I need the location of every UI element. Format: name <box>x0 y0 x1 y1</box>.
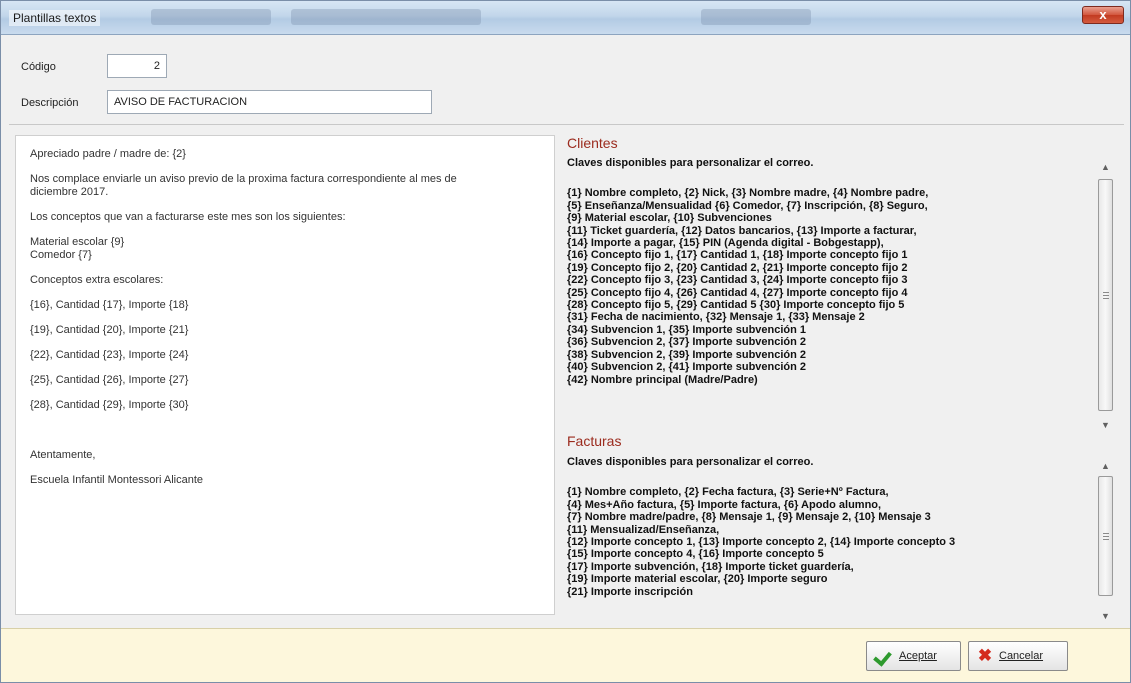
background-toolbar-ghost <box>291 9 481 25</box>
clientes-key-line: {11} Ticket guardería, {12} Datos bancar… <box>567 224 917 237</box>
editor-paragraph <box>30 424 540 437</box>
clientes-key-line: {9} Material escolar, {10} Subvenciones <box>567 212 772 225</box>
grip-icon <box>1103 536 1109 537</box>
scroll-down-arrow-icon[interactable]: ▼ <box>1097 608 1114 624</box>
clientes-key-line: {31} Fecha de nacimiento, {32} Mensaje 1… <box>567 311 865 324</box>
accept-button-label: Aceptar <box>899 650 937 662</box>
clientes-title: Clientes <box>567 135 618 151</box>
facturas-title: Facturas <box>567 433 622 449</box>
facturas-key-line: {12} Importe concepto 1, {13} Importe co… <box>567 536 956 549</box>
clientes-keys-panel: Claves disponibles para personalizar el … <box>567 157 1095 431</box>
editor-paragraph: {28}, Cantidad {29}, Importe {30} <box>30 399 540 412</box>
editor-paragraph: {19}, Cantidad {20}, Importe {21} <box>30 324 540 337</box>
editor-line: Escuela Infantil Montessori Alicante <box>30 474 204 486</box>
facturas-scrollbar[interactable]: ▲ ▼ <box>1097 458 1114 624</box>
editor-line: Nos complace enviarle un aviso previo de… <box>30 173 457 185</box>
editor-paragraph: {22}, Cantidad {23}, Importe {24} <box>30 349 540 362</box>
editor-line: Material escolar {9} <box>30 236 125 248</box>
editor-line: {25}, Cantidad {26}, Importe {27} <box>30 374 189 386</box>
editor-line: Atentamente, <box>30 449 96 461</box>
clientes-key-line: {14} Importe a pagar, {15} PIN (Agenda d… <box>567 237 884 250</box>
title-bar[interactable]: Plantillas textos x <box>1 1 1130 35</box>
codigo-label: Código <box>21 61 56 73</box>
clientes-intro: Claves disponibles para personalizar el … <box>567 157 814 169</box>
clientes-key-line: {28} Concepto fijo 5, {29} Cantidad 5 {3… <box>567 299 905 312</box>
editor-paragraph: {25}, Cantidad {26}, Importe {27} <box>30 374 540 387</box>
facturas-key-line: {17} Importe subvención, {18} Importe ti… <box>567 560 854 573</box>
facturas-key-line: {7} Nombre madre/padre, {8} Mensaje 1, {… <box>567 511 931 524</box>
clientes-key-line: {38} Subvencion 2, {39} Importe subvenci… <box>567 348 807 361</box>
plantillas-window: Plantillas textos x Código 2 Descripción… <box>0 0 1131 683</box>
close-icon: x <box>1099 7 1107 22</box>
facturas-key-line: {4} Mes+Año factura, {5} Importe factura… <box>567 498 882 511</box>
facturas-key-line: {21} Importe inscripción <box>567 585 693 598</box>
editor-paragraph: Conceptos extra escolares: <box>30 274 540 287</box>
editor-paragraph: Material escolar {9} Comedor {7} <box>30 236 540 262</box>
editor-line: Los conceptos que van a facturarse este … <box>30 211 346 223</box>
close-button[interactable]: x <box>1082 6 1124 24</box>
grip-icon <box>1103 539 1109 540</box>
facturas-key-line: {15} Importe concepto 4, {16} Importe co… <box>567 548 824 561</box>
clientes-scrollbar[interactable]: ▲ ▼ <box>1097 159 1114 433</box>
clientes-key-line: {25} Concepto fijo 4, {26} Cantidad 4, {… <box>567 286 908 299</box>
scroll-thumb[interactable] <box>1098 476 1113 596</box>
facturas-key-line: {1} Nombre completo, {2} Fecha factura, … <box>567 486 889 499</box>
editor-paragraph: Nos complace enviarle un aviso previo de… <box>30 173 540 199</box>
clientes-key-line: {42} Nombre principal (Madre/Padre) <box>567 373 758 386</box>
scroll-up-arrow-icon[interactable]: ▲ <box>1097 458 1114 474</box>
editor-paragraph: {16}, Cantidad {17}, Importe {18} <box>30 299 540 312</box>
accept-button[interactable]: Aceptar <box>866 641 961 671</box>
template-text-editor[interactable]: Apreciado padre / madre de: {2} Nos compl… <box>15 135 555 615</box>
clientes-key-line: {5} Enseñanza/Mensualidad {6} Comedor, {… <box>567 199 928 212</box>
grip-icon <box>1103 298 1109 299</box>
background-title-ghost <box>701 9 811 25</box>
editor-paragraph: Escuela Infantil Montessori Alicante <box>30 474 540 487</box>
clientes-key-line: {40} Subvencion 2, {41} Importe subvenci… <box>567 361 807 374</box>
editor-line: Apreciado padre / madre de: {2} <box>30 148 186 160</box>
grip-icon <box>1103 292 1109 293</box>
editor-paragraph: Apreciado padre / madre de: {2} <box>30 148 540 161</box>
grip-icon <box>1103 533 1109 534</box>
facturas-key-line: {19} Importe material escolar, {20} Impo… <box>567 573 828 586</box>
window-title: Plantillas textos <box>9 10 101 26</box>
descripcion-label: Descripción <box>21 97 79 109</box>
background-toolbar-ghost <box>151 9 271 25</box>
editor-line: {28}, Cantidad {29}, Importe {30} <box>30 399 189 411</box>
descripcion-field[interactable]: AVISO DE FACTURACION <box>107 90 432 114</box>
facturas-intro: Claves disponibles para personalizar el … <box>567 456 814 468</box>
cancel-button-label: Cancelar <box>999 650 1044 662</box>
clientes-key-line: {22} Concepto fijo 3, {23} Cantidad 3, {… <box>567 274 908 287</box>
clientes-key-line: {36} Subvencion 2, {37} Importe subvenci… <box>567 336 807 349</box>
scroll-up-arrow-icon[interactable]: ▲ <box>1097 159 1114 175</box>
facturas-keys-panel: Claves disponibles para personalizar el … <box>567 456 1095 622</box>
grip-icon <box>1103 295 1109 296</box>
clientes-key-line: {34} Subvencion 1, {35} Importe subvenci… <box>567 323 807 336</box>
editor-paragraph: Atentamente, <box>30 449 540 462</box>
x-icon: ✖ <box>977 646 993 665</box>
editor-line: {19}, Cantidad {20}, Importe {21} <box>30 324 189 336</box>
clientes-key-line: {1} Nombre completo, {2} Nick, {3} Nombr… <box>567 187 929 200</box>
button-bar: Aceptar ✖ Cancelar <box>1 628 1130 682</box>
editor-line: {22}, Cantidad {23}, Importe {24} <box>30 349 189 361</box>
codigo-field[interactable]: 2 <box>107 54 167 78</box>
editor-line: diciembre 2017. <box>30 186 109 198</box>
editor-line: {16}, Cantidad {17}, Importe {18} <box>30 299 189 311</box>
clientes-key-line: {16} Concepto fijo 1, {17} Cantidad 1, {… <box>567 249 908 262</box>
clientes-key-line: {19} Concepto fijo 2, {20} Cantidad 2, {… <box>567 261 908 274</box>
editor-paragraph: Los conceptos que van a facturarse este … <box>30 211 540 224</box>
editor-line: Conceptos extra escolares: <box>30 274 164 286</box>
header-panel: Código 2 Descripción AVISO DE FACTURACIO… <box>9 41 1124 125</box>
facturas-key-line: {11} Mensualizad/Enseñanza, <box>567 523 720 536</box>
cancel-button[interactable]: ✖ Cancelar <box>968 641 1068 671</box>
check-icon <box>875 648 893 664</box>
editor-line: Comedor {7} <box>30 249 92 261</box>
scroll-down-arrow-icon[interactable]: ▼ <box>1097 417 1114 433</box>
scroll-thumb[interactable] <box>1098 179 1113 411</box>
